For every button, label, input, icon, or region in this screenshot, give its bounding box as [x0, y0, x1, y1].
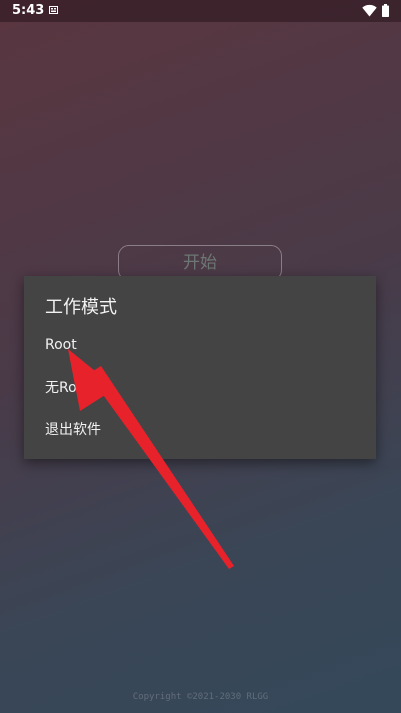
status-time: 5:43	[12, 3, 45, 18]
battery-icon	[382, 4, 389, 17]
notification-icon	[49, 6, 58, 14]
wifi-icon	[362, 4, 377, 17]
status-bar: 5:43	[0, 0, 401, 22]
copyright-text: Copyright ©2021-2030 RLGG	[132, 692, 269, 702]
app-screen: 5:43 开始 工作模式 Root 无Root 退出软件 Copyright ©…	[0, 0, 401, 713]
status-icons	[362, 4, 389, 17]
dialog-title: 工作模式	[45, 297, 117, 318]
dialog-item-exit-app[interactable]: 退出软件	[45, 416, 355, 444]
dialog-item-no-root[interactable]: 无Root	[45, 374, 355, 402]
work-mode-dialog: 工作模式 Root 无Root 退出软件	[24, 276, 376, 459]
dialog-item-root[interactable]: Root	[45, 331, 355, 359]
